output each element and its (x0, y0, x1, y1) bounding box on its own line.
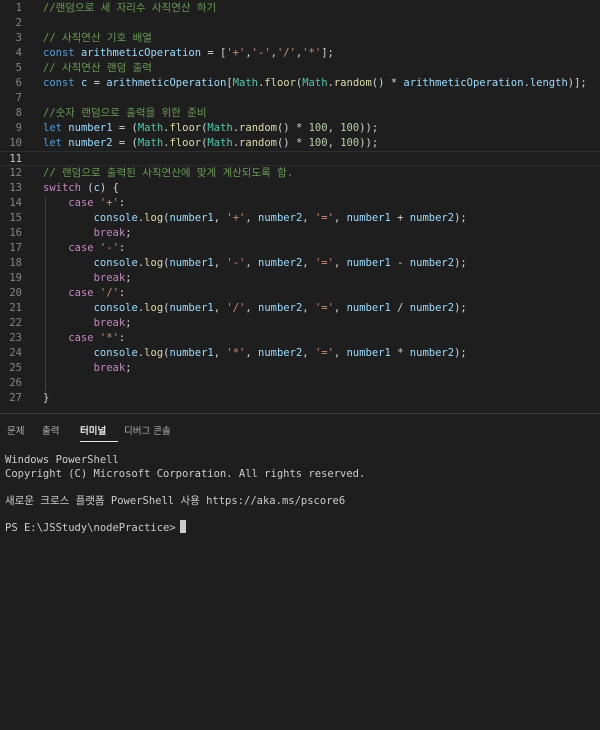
code-text: console.log(number1, '*', number2, '=', … (93, 347, 467, 359)
code-text: //숫자 랜덤으로 출력을 위한 준비 (43, 107, 207, 119)
code-line[interactable]: 5 // 사칙연산 랜덤 출력 (0, 61, 600, 76)
code-text: // 사칙연산 랜덤 출력 (43, 62, 152, 74)
code-text: console.log(number1, '-', number2, '=', … (93, 257, 467, 269)
code-text: case '+': (68, 197, 126, 209)
indent-guide (45, 196, 46, 391)
code-line[interactable]: 1 //랜덤으로 세 자리수 사칙연산 하기 (0, 1, 600, 16)
terminal-line: Windows PowerShell (5, 454, 119, 466)
code-line[interactable]: 23 case '*': (0, 331, 600, 346)
line-number: 10 (9, 137, 22, 149)
terminal-prompt: PS E:\JSStudy\nodePractice> (5, 522, 176, 534)
code-line[interactable]: 24 console.log(number1, '*', number2, '=… (0, 346, 600, 361)
code-text: break; (93, 362, 132, 374)
code-text: switch (c) { (43, 182, 119, 194)
line-number: 24 (9, 347, 22, 359)
line-number: 11 (9, 153, 22, 165)
tab-debug-console[interactable]: 디버그 콘솔 (124, 423, 171, 437)
line-number: 1 (15, 2, 22, 14)
code-text: console.log(number1, '/', number2, '=', … (93, 302, 467, 314)
line-number: 13 (9, 182, 22, 194)
code-line[interactable]: 10 let number2 = (Math.floor(Math.random(… (0, 136, 600, 151)
code-line[interactable]: 9 let number1 = (Math.floor(Math.random()… (0, 121, 600, 136)
line-number: 8 (15, 107, 22, 119)
line-number: 5 (15, 62, 22, 74)
code-line[interactable]: 19 break; (0, 271, 600, 286)
code-text: const arithmeticOperation = ['+','-','/'… (43, 47, 334, 59)
line-number: 21 (9, 302, 22, 314)
code-text: } (43, 392, 50, 404)
terminal-line: Copyright (C) Microsoft Corporation. All… (5, 468, 366, 480)
code-text: //랜덤으로 세 자리수 사칙연산 하기 (43, 2, 217, 14)
code-text: let number2 = (Math.floor(Math.random() … (43, 137, 379, 149)
line-number: 12 (9, 167, 22, 179)
terminal-cursor (179, 520, 186, 533)
code-text: break; (93, 272, 132, 284)
code-text: // 사칙연산 기호 배열 (43, 32, 152, 44)
terminal-prompt-line[interactable]: PS E:\JSStudy\nodePractice> (5, 520, 186, 535)
bottom-panel: 문제 출력 터미널 디버그 콘솔 Windows PowerShell Copy… (0, 413, 600, 730)
line-number: 3 (15, 32, 22, 44)
code-text: let number1 = (Math.floor(Math.random() … (43, 122, 379, 134)
code-line[interactable]: 22 break; (0, 316, 600, 331)
code-text: // 랜덤으로 출력된 사칙연산에 맞게 계산되도록 함. (43, 167, 294, 179)
line-number: 6 (15, 77, 22, 89)
code-line[interactable]: 27} (0, 391, 600, 405)
code-line[interactable]: 3 // 사칙연산 기호 배열 (0, 31, 600, 46)
line-number: 7 (15, 92, 22, 104)
line-number: 17 (9, 242, 22, 254)
code-line[interactable]: 17 case '-': (0, 241, 600, 256)
line-number: 16 (9, 227, 22, 239)
code-line[interactable]: 6 const c = arithmeticOperation[Math.floo… (0, 76, 600, 91)
code-line[interactable]: 18 console.log(number1, '-', number2, '=… (0, 256, 600, 271)
code-line[interactable]: 8 //숫자 랜덤으로 출력을 위한 준비 (0, 106, 600, 121)
line-number: 19 (9, 272, 22, 284)
code-line[interactable]: 15 console.log(number1, '+', number2, '=… (0, 211, 600, 226)
line-number: 22 (9, 317, 22, 329)
code-text: break; (93, 227, 132, 239)
tab-output[interactable]: 출력 (42, 423, 59, 437)
line-number: 23 (9, 332, 22, 344)
line-number: 4 (15, 47, 22, 59)
code-line[interactable]: 14 case '+': (0, 196, 600, 211)
code-line[interactable]: 21 console.log(number1, '/', number2, '=… (0, 301, 600, 316)
code-line[interactable]: 11 (0, 151, 600, 166)
tab-problems[interactable]: 문제 (7, 423, 24, 437)
panel-tabs: 문제 출력 터미널 디버그 콘솔 (0, 414, 600, 446)
active-tab-indicator (80, 441, 118, 442)
code-text: case '-': (68, 242, 126, 254)
code-line[interactable]: 12 // 랜덤으로 출력된 사칙연산에 맞게 계산되도록 함. (0, 166, 600, 181)
code-text: case '/': (68, 287, 126, 299)
code-line[interactable]: 20 case '/': (0, 286, 600, 301)
code-editor[interactable]: 1//랜덤으로 세 자리수 사칙연산 하기 2 3// 사칙연산 기호 배열 4 con… (0, 0, 600, 405)
code-line[interactable]: 25 break; (0, 361, 600, 376)
line-number: 27 (9, 392, 22, 404)
line-number: 14 (9, 197, 22, 209)
code-line[interactable]: 4 const arithmeticOperation = ['+','-','/… (0, 46, 600, 61)
line-number: 18 (9, 257, 22, 269)
tab-terminal[interactable]: 터미널 (80, 423, 106, 437)
code-line[interactable]: 26 (0, 376, 600, 391)
line-number: 9 (15, 122, 22, 134)
line-number: 20 (9, 287, 22, 299)
code-text: console.log(number1, '+', number2, '=', … (93, 212, 467, 224)
terminal-line: 새로운 크로스 플랫폼 PowerShell 사용 https://aka.ms… (5, 495, 346, 507)
code-line[interactable]: 2 (0, 16, 600, 31)
code-text: case '*': (68, 332, 126, 344)
code-text: const c = arithmeticOperation[Math.floor… (43, 77, 587, 89)
code-line[interactable]: 16 break; (0, 226, 600, 241)
code-line[interactable]: 13 switch (c) { (0, 181, 600, 196)
line-number: 26 (9, 377, 22, 389)
line-number: 15 (9, 212, 22, 224)
line-number: 2 (15, 17, 22, 29)
code-text: break; (93, 317, 132, 329)
code-line[interactable]: 7 (0, 91, 600, 106)
line-number: 25 (9, 362, 22, 374)
